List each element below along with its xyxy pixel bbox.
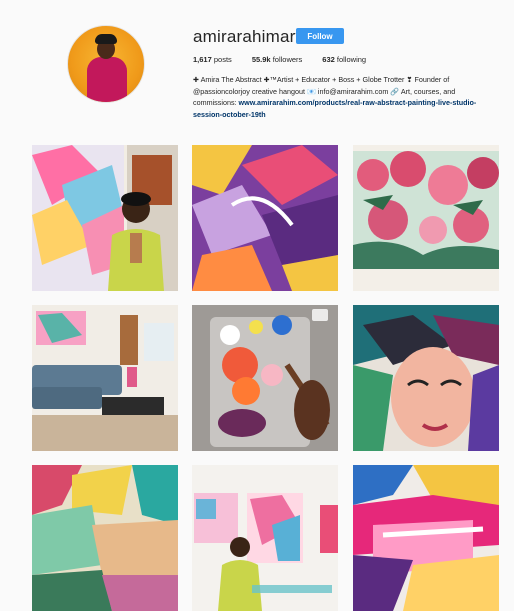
post-tile-living-room-with-art[interactable]	[32, 305, 178, 451]
post-tile-abstract-face-portrait[interactable]	[353, 305, 499, 451]
followers-count: 55.9k	[251, 55, 271, 64]
profile-bio: ✚ Amira The Abstract ✚™Artist + Educator…	[193, 74, 493, 120]
bio-line-3: commissions: www.amirarahim.com/products…	[193, 97, 493, 120]
post-tile-green-abstract-closeup[interactable]	[32, 465, 178, 611]
following-stat[interactable]: 632 following	[322, 55, 366, 64]
post-tile-palette-and-brush[interactable]	[192, 305, 338, 451]
post-tile-artist-standing-studio[interactable]	[192, 465, 338, 611]
post-tile-artist-with-painting[interactable]	[32, 145, 178, 291]
bio-line-1: ✚ Amira The Abstract ✚™Artist + Educator…	[193, 75, 450, 84]
following-count: 632	[322, 55, 335, 64]
post-tile-magenta-abstract-closeup[interactable]	[353, 465, 499, 611]
profile-page: amirarahimart Follow 1,617 posts 55.9k f…	[0, 0, 514, 611]
username: amirarahimart	[193, 27, 301, 46]
bio-line-3-prefix: commissions:	[193, 98, 239, 107]
posts-label: posts	[213, 55, 232, 64]
followers-label: followers	[272, 55, 303, 64]
post-tile-purple-abstract-closeup[interactable]	[192, 145, 338, 291]
follow-button[interactable]: Follow	[296, 28, 344, 44]
profile-stats: 1,617 posts 55.9k followers 632 followin…	[193, 55, 366, 64]
following-label: following	[336, 55, 367, 64]
avatar[interactable]	[67, 25, 145, 103]
post-tile-pink-roses-painting[interactable]	[353, 145, 499, 291]
followers-stat[interactable]: 55.9k followers	[252, 55, 302, 64]
bio-line-2: @passioncolorjoy creative hangout 📧 info…	[193, 86, 456, 96]
posts-stat[interactable]: 1,617 posts	[193, 55, 232, 64]
posts-count: 1,617	[193, 55, 212, 64]
